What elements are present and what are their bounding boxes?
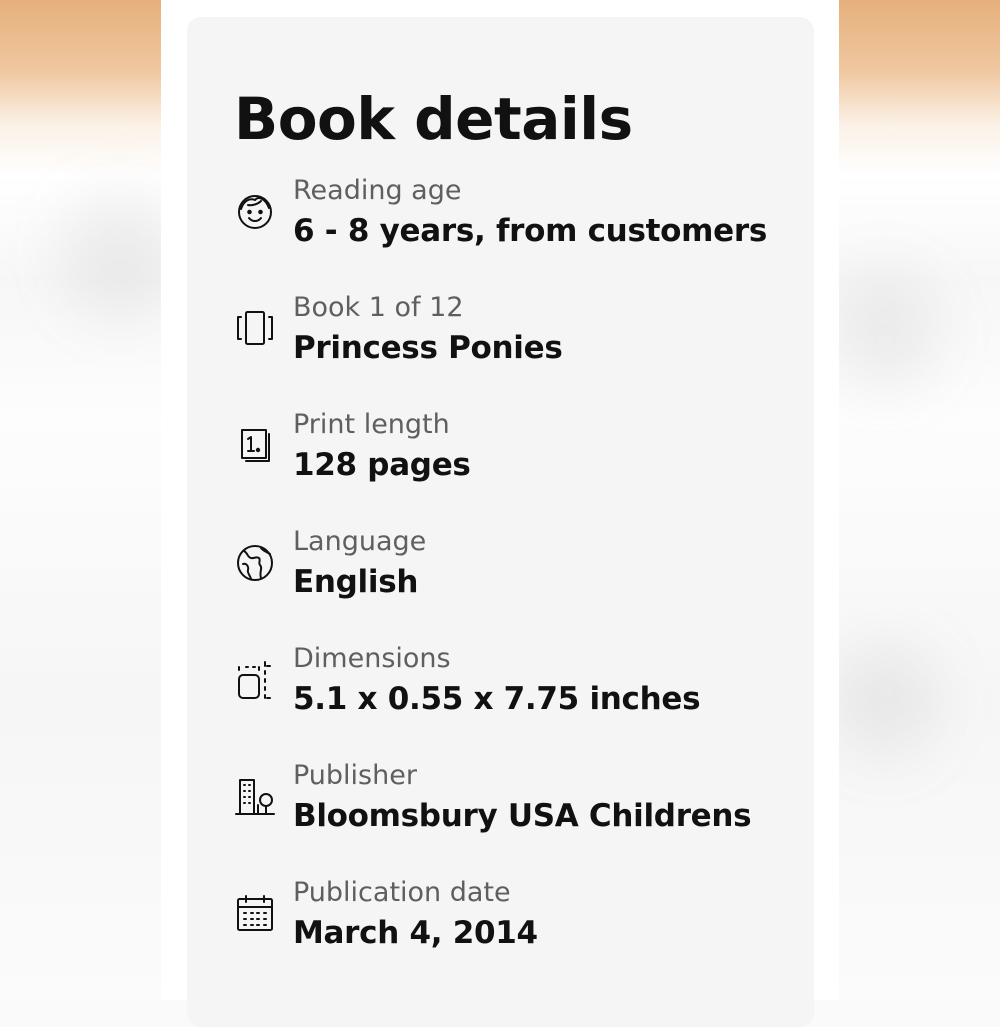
book-series-icon xyxy=(234,307,276,349)
detail-value: English xyxy=(293,564,419,600)
detail-row-series: Book 1 of 12 Princess Ponies xyxy=(187,292,814,402)
globe-icon xyxy=(234,541,276,583)
detail-row-publication-date: Publication date March 4, 2014 xyxy=(187,877,814,987)
detail-row-publisher: Publisher Bloomsbury USA Childrens xyxy=(187,760,814,870)
detail-row-language: Language English xyxy=(187,526,814,636)
building-icon xyxy=(234,775,276,817)
page-title: Book details xyxy=(234,85,633,153)
phone-screen: Book details Reading age 6 - 8 years, fr… xyxy=(161,0,839,1027)
background-shadow xyxy=(830,270,940,390)
dimensions-icon xyxy=(234,658,276,700)
child-face-icon xyxy=(234,190,276,232)
detail-value: 5.1 x 0.55 x 7.75 inches xyxy=(293,681,701,717)
detail-value: 128 pages xyxy=(293,447,471,483)
detail-row-print-length: Print length 128 pages xyxy=(187,409,814,519)
detail-row-dimensions: Dimensions 5.1 x 0.55 x 7.75 inches xyxy=(187,643,814,753)
detail-label: Book 1 of 12 xyxy=(293,292,464,323)
detail-label: Reading age xyxy=(293,175,462,206)
detail-value: March 4, 2014 xyxy=(293,915,538,951)
detail-label: Publication date xyxy=(293,877,511,908)
detail-label: Print length xyxy=(293,409,450,440)
detail-value: 6 - 8 years, from customers xyxy=(293,213,767,249)
calendar-icon xyxy=(234,892,276,934)
background-shadow xyxy=(830,640,940,760)
page-count-icon xyxy=(234,424,276,466)
book-details-card: Book details Reading age 6 - 8 years, fr… xyxy=(187,17,814,1027)
detail-label: Dimensions xyxy=(293,643,451,674)
detail-value: Bloomsbury USA Childrens xyxy=(293,798,752,834)
detail-value: Princess Ponies xyxy=(293,330,563,366)
detail-label: Language xyxy=(293,526,427,557)
detail-label: Publisher xyxy=(293,760,417,791)
detail-row-reading-age: Reading age 6 - 8 years, from customers xyxy=(187,175,814,285)
